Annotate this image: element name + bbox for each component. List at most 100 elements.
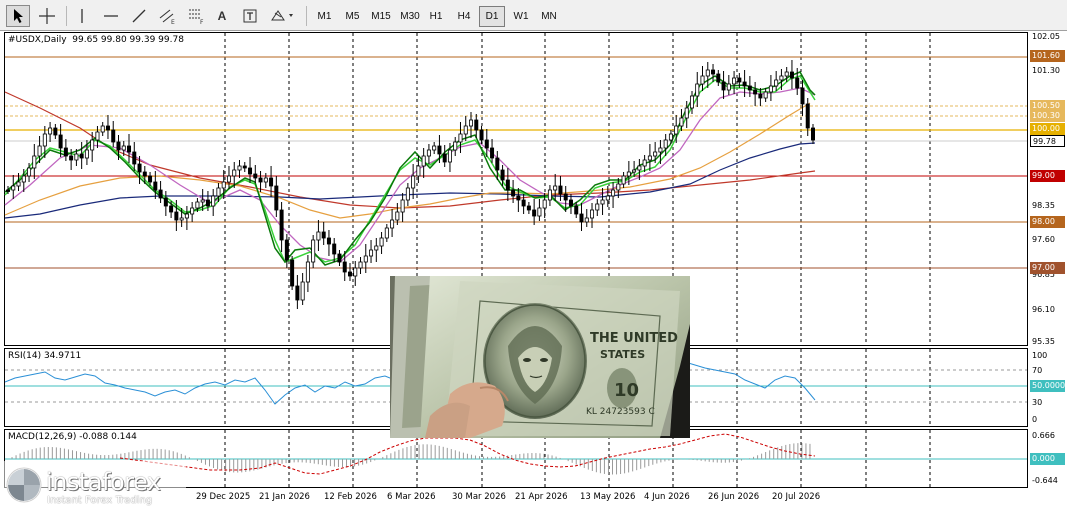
ma-purple-line (4, 87, 816, 263)
candle-body (132, 151, 137, 165)
candle-body (474, 119, 479, 131)
candle-body (6, 189, 11, 192)
candle-body (53, 127, 58, 136)
banknote-serial-text: KL 24723593 C (586, 407, 655, 417)
candle-body (442, 153, 447, 163)
candle-body (142, 171, 147, 177)
candle-body (500, 169, 505, 181)
candle-body (537, 207, 542, 217)
candle-body (747, 85, 752, 91)
candle-body (695, 83, 700, 97)
candle-body (574, 205, 579, 215)
candle-body (505, 179, 510, 191)
time-axis-label: 29 Dec 2025 (196, 492, 251, 502)
candle-body (158, 189, 163, 199)
candle-body (121, 145, 126, 151)
candle-body (148, 175, 153, 183)
candle-body (58, 134, 63, 149)
candle-body (563, 193, 568, 201)
candle-body (737, 77, 742, 83)
candle-body (758, 93, 763, 99)
price-scale-label: 96.10 (1032, 305, 1055, 314)
level-tag-101-60: 101.60 (1030, 50, 1065, 62)
level-tag-98-00: 98.00 (1030, 216, 1065, 228)
candle-body (405, 187, 410, 201)
candle-body (274, 185, 279, 211)
candle-body (347, 271, 352, 277)
candle-body (779, 75, 784, 81)
candle-body (621, 175, 626, 185)
candle-body (258, 177, 263, 183)
candle-body (42, 133, 47, 147)
candle-body (184, 213, 189, 219)
price-scale-label: 102.05 (1032, 32, 1060, 41)
candle-body (647, 155, 652, 161)
candle-body (263, 177, 268, 183)
candle-body (532, 209, 537, 217)
time-axis-label: 13 May 2026 (580, 492, 636, 502)
candle-body (253, 173, 258, 179)
candle-body (226, 175, 231, 183)
candle-body (174, 211, 179, 221)
candle-body (542, 199, 547, 209)
candle-body (553, 185, 558, 191)
candle-body (469, 119, 474, 127)
price-scale-label: 97.60 (1032, 235, 1055, 244)
candle-body (153, 181, 158, 191)
candle-body (721, 81, 726, 91)
candle-body (111, 129, 116, 143)
rsi-level-tag: 50.0000 (1030, 380, 1066, 392)
candle-body (279, 209, 284, 241)
candle-body (616, 183, 621, 191)
level-tag-97-00: 97.00 (1030, 262, 1065, 274)
candle-body (269, 177, 274, 187)
candle-body (384, 227, 389, 239)
candle-body (674, 125, 679, 135)
candle-body (90, 139, 95, 151)
macd-title: MACD(12,26,9) -0.088 0.144 (8, 432, 137, 442)
candle-body (632, 169, 637, 173)
candle-body (295, 285, 300, 301)
candle-body (116, 141, 121, 151)
us-dollar-banknotes-photo: THE UNITED STATES KL 24723593 C 10 (390, 276, 690, 438)
candle-body (105, 125, 110, 131)
candle-body (705, 69, 710, 77)
rsi-title: RSI(14) 34.9711 (8, 351, 82, 361)
price-scale-label: 98.35 (1032, 201, 1055, 210)
candle-body (768, 85, 773, 93)
candle-body (342, 261, 347, 273)
level-tag-100-00: 100.00 (1030, 123, 1065, 135)
candle-body (458, 133, 463, 143)
candle-body (374, 245, 379, 251)
level-tag-100-30: 100.30 (1030, 110, 1065, 122)
candle-body (216, 187, 221, 197)
time-axis-label: 20 Jul 2026 (772, 492, 821, 502)
candle-body (789, 71, 794, 79)
candle-body (290, 259, 295, 287)
candle-body (432, 145, 437, 151)
candle-body (421, 155, 426, 167)
candle-body (326, 237, 331, 245)
candle-body (763, 91, 768, 99)
candle-body (800, 87, 805, 105)
trading-terminal-window: { "toolbar": { "cursor_icon": "arrow-cur… (0, 0, 1067, 511)
time-axis-label: 21 Jan 2026 (259, 492, 310, 502)
candle-body (774, 79, 779, 87)
candle-body (84, 149, 89, 159)
time-axis-label: 26 Jun 2026 (708, 492, 760, 502)
logo-tagline-text: Instant Forex Trading (47, 495, 153, 506)
candle-body (179, 217, 184, 221)
candle-body (716, 73, 721, 83)
candle-body (137, 163, 142, 173)
candle-body (642, 159, 647, 167)
candle-body (32, 155, 37, 169)
candle-body (684, 107, 689, 119)
candle-body (511, 189, 516, 197)
candle-body (337, 253, 342, 263)
macd-scale-label: 0.666 (1032, 431, 1055, 440)
time-axis-label: 4 Jun 2026 (644, 492, 690, 502)
candle-body (27, 167, 32, 177)
candle-body (221, 181, 226, 189)
logo-brand-text: instaforex (46, 468, 161, 496)
candle-body (305, 261, 310, 283)
